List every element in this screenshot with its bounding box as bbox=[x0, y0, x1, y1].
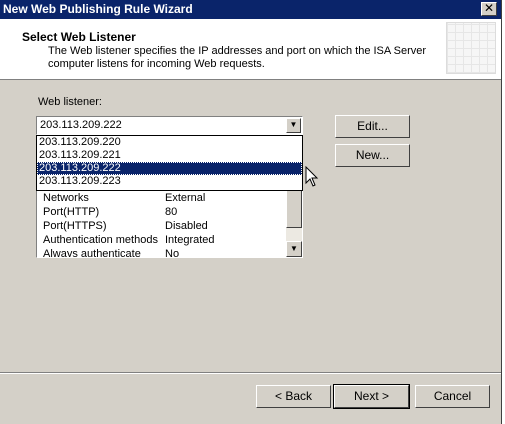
property-value: No bbox=[165, 248, 180, 258]
dropdown-option[interactable]: 203.113.209.220 bbox=[37, 136, 302, 149]
wizard-banner-icon bbox=[446, 22, 496, 74]
cancel-button-label: Cancel bbox=[433, 389, 472, 403]
property-name: Always authenticate bbox=[43, 248, 141, 258]
web-listener-label-text: Web listener: bbox=[38, 96, 102, 108]
window-title: New Web Publishing Rule Wizard bbox=[3, 2, 193, 16]
edit-button[interactable]: Edit... bbox=[335, 115, 410, 138]
dropdown-option[interactable]: 203.113.209.223 bbox=[37, 175, 302, 188]
property-name: Authentication methods bbox=[43, 234, 158, 246]
wizard-window: New Web Publishing Rule Wizard ✕ Select … bbox=[0, 0, 502, 424]
property-value: 80 bbox=[165, 206, 178, 218]
web-listener-label: Web listener: bbox=[38, 96, 102, 108]
dropdown-option[interactable]: 203.113.209.221 bbox=[37, 149, 302, 162]
next-button[interactable]: Next > bbox=[333, 384, 410, 409]
close-icon: ✕ bbox=[483, 1, 495, 15]
scrollbar-thumb[interactable] bbox=[286, 187, 302, 228]
close-button[interactable]: ✕ bbox=[481, 2, 497, 16]
next-button-label: Next > bbox=[353, 389, 389, 403]
web-listener-combobox[interactable]: 203.113.209.222 ▼ bbox=[36, 116, 303, 135]
mouse-pointer-icon bbox=[305, 166, 319, 187]
new-button-label: New... bbox=[355, 148, 390, 162]
property-name: Port(HTTPS) bbox=[43, 220, 107, 232]
wizard-header: Select Web Listener The Web listener spe… bbox=[0, 19, 501, 80]
property-value: Integrated bbox=[165, 234, 215, 246]
property-name: Networks bbox=[43, 192, 89, 204]
edit-button-label: Edit... bbox=[357, 119, 388, 133]
cancel-button[interactable]: Cancel bbox=[415, 385, 490, 408]
listener-properties-list: Networks External Port(HTTP) 80 Port(HTT… bbox=[36, 186, 303, 258]
dropdown-option-highlighted[interactable]: 203.113.209.222 bbox=[37, 162, 302, 175]
page-description: The Web listener specifies the IP addres… bbox=[48, 45, 427, 70]
properties-scrollbar[interactable]: ▼ bbox=[286, 187, 302, 257]
back-button[interactable]: < Back bbox=[256, 385, 331, 408]
dropdown-arrow-icon[interactable]: ▼ bbox=[286, 118, 301, 133]
title-bar: New Web Publishing Rule Wizard ✕ bbox=[0, 0, 501, 19]
property-value: Disabled bbox=[165, 220, 208, 232]
property-value: External bbox=[165, 192, 206, 204]
back-button-label: < Back bbox=[274, 389, 313, 403]
page-title: Select Web Listener bbox=[22, 30, 136, 44]
scroll-down-arrow-icon[interactable]: ▼ bbox=[286, 241, 302, 257]
new-button[interactable]: New... bbox=[335, 144, 410, 167]
web-listener-selected: 203.113.209.222 bbox=[40, 119, 122, 131]
property-name: Port(HTTP) bbox=[43, 206, 100, 218]
footer-separator bbox=[0, 372, 501, 374]
web-listener-dropdown-list[interactable]: 203.113.209.220 203.113.209.221 203.113.… bbox=[36, 135, 303, 191]
